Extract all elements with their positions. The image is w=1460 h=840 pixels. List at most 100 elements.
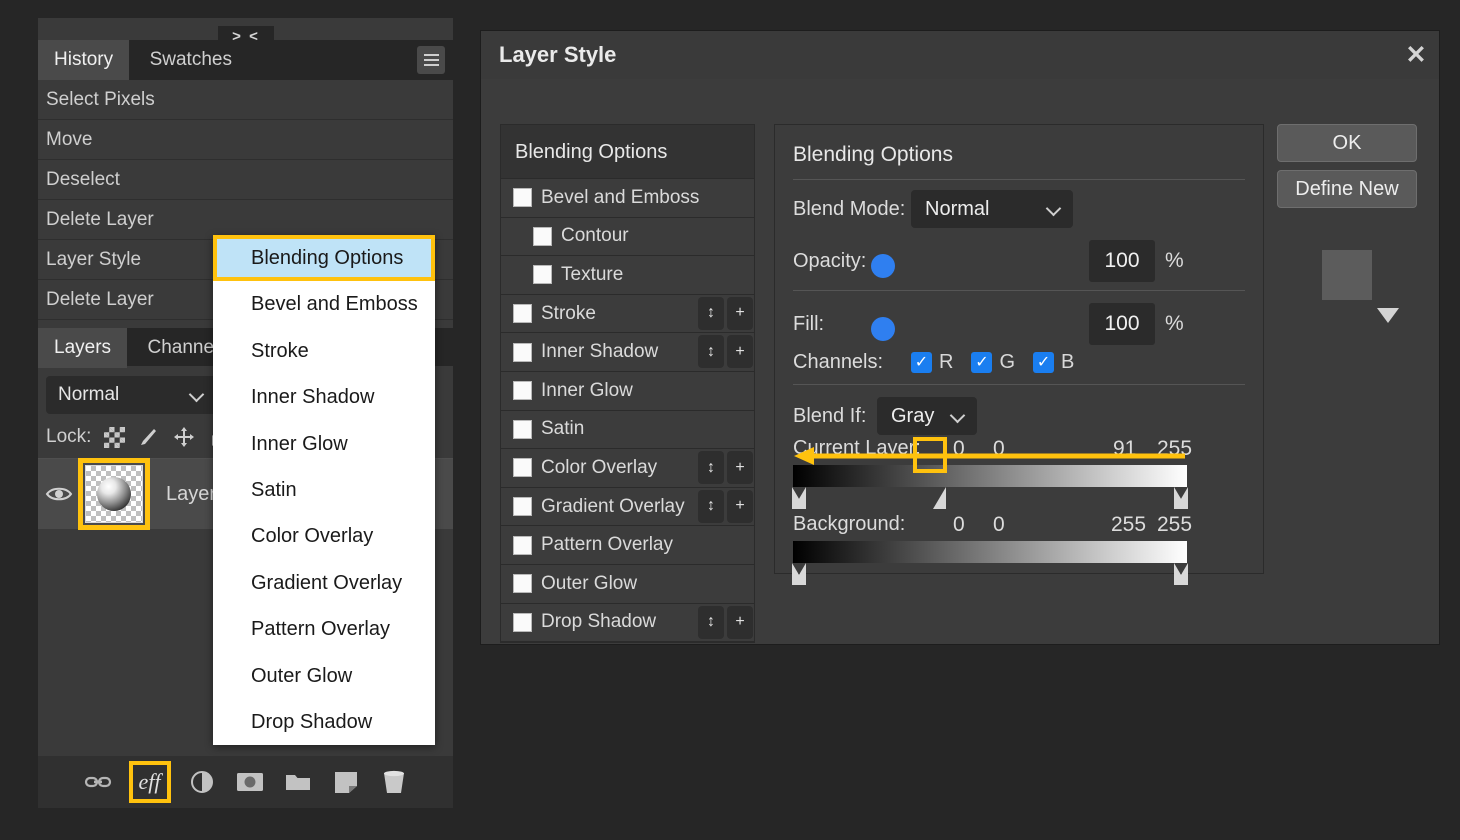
effect-checkbox[interactable] (513, 574, 532, 594)
plus-icon[interactable]: + (727, 605, 753, 639)
plus-icon[interactable]: + (727, 296, 753, 330)
history-item[interactable]: Move (38, 120, 453, 160)
plus-icon[interactable]: + (727, 335, 753, 369)
chevron-down-icon (1045, 200, 1062, 217)
background-white-slider-right[interactable] (1175, 563, 1188, 585)
effect-checkbox[interactable] (533, 226, 552, 246)
channel-checkbox-b[interactable]: ✓ (1033, 352, 1055, 373)
current-layer-white-slider-left[interactable] (933, 487, 946, 509)
new-layer-icon[interactable] (329, 765, 363, 799)
updown-arrows-icon[interactable]: ↕ (698, 489, 724, 523)
move-icon[interactable] (173, 426, 195, 448)
context-menu-item-outer-glow[interactable]: Outer Glow (213, 653, 435, 699)
background-black-slider-right[interactable] (793, 563, 806, 585)
dialog-titlebar: Layer Style ✕ (481, 31, 1439, 79)
blend-mode-value: Normal (925, 198, 990, 220)
history-panel-menu-icon[interactable] (417, 46, 445, 74)
context-menu-item-gradient-overlay[interactable]: Gradient Overlay (213, 560, 435, 606)
effect-row-buttons: ↕ + (698, 605, 753, 639)
effect-row-pattern-overlay[interactable]: Pattern Overlay (501, 526, 754, 565)
plus-icon[interactable]: + (727, 489, 753, 523)
effect-checkbox[interactable] (513, 497, 532, 517)
effect-row-buttons: ↕ + (698, 489, 753, 523)
context-menu-item-satin[interactable]: Satin (213, 467, 435, 513)
blend-mode-select[interactable]: Normal (911, 190, 1073, 228)
blend-mode-label: Blend Mode: (793, 197, 906, 220)
effect-checkbox[interactable] (513, 535, 532, 555)
updown-arrows-icon[interactable]: ↕ (698, 605, 724, 639)
fill-value-input[interactable]: 100 (1089, 303, 1155, 345)
blend-if-select[interactable]: Gray (877, 397, 977, 435)
fill-slider-knob[interactable] (871, 317, 895, 341)
effect-row-texture[interactable]: Texture (501, 256, 754, 295)
eye-visibility-icon[interactable] (44, 482, 74, 506)
effect-row-stroke[interactable]: Stroke ↕ + (501, 295, 754, 334)
layer-blend-mode-select[interactable]: Normal (46, 376, 216, 414)
effect-row-bevel-and-emboss[interactable]: Bevel and Emboss (501, 179, 754, 218)
new-group-icon[interactable] (281, 765, 315, 799)
tab-history[interactable]: History (38, 40, 130, 80)
context-menu-item-inner-shadow[interactable]: Inner Shadow (213, 374, 435, 420)
blend-if-value: Gray (891, 405, 935, 427)
delete-layer-icon[interactable] (377, 765, 411, 799)
effect-row-outer-glow[interactable]: Outer Glow (501, 565, 754, 604)
brush-icon[interactable] (138, 426, 160, 448)
checkerboard-icon[interactable] (104, 426, 126, 448)
effect-row-satin[interactable]: Satin (501, 411, 754, 450)
effect-checkbox[interactable] (513, 381, 532, 401)
current-layer-slider-track[interactable] (792, 487, 1188, 511)
effect-checkbox[interactable] (513, 188, 532, 208)
layer-mask-icon[interactable] (233, 765, 267, 799)
updown-arrows-icon[interactable]: ↕ (698, 451, 724, 485)
effects-list-header[interactable]: Blending Options (501, 125, 754, 179)
effects-list: Blending Options Bevel and Emboss Contou… (500, 124, 755, 644)
sphere-gradient-thumbnail (97, 477, 131, 511)
effect-checkbox[interactable] (513, 419, 532, 439)
define-new-button[interactable]: Define New (1277, 170, 1417, 208)
updown-arrows-icon[interactable]: ↕ (698, 296, 724, 330)
channel-checkbox-r[interactable]: ✓ (911, 352, 932, 373)
context-menu-item-blending-options[interactable]: Blending Options (213, 235, 435, 282)
effect-checkbox[interactable] (533, 265, 552, 285)
context-menu-item-pattern-overlay[interactable]: Pattern Overlay (213, 606, 435, 652)
adjustment-layer-icon[interactable] (185, 765, 219, 799)
close-icon[interactable]: ✕ (1393, 31, 1439, 79)
effect-row-color-overlay[interactable]: Color Overlay ↕ + (501, 449, 754, 488)
effect-row-inner-glow[interactable]: Inner Glow (501, 372, 754, 411)
context-menu-item-drop-shadow[interactable]: Drop Shadow (213, 699, 435, 745)
layer-thumbnail[interactable] (85, 465, 143, 523)
effect-checkbox[interactable] (513, 304, 532, 324)
tab-layers[interactable]: Layers (38, 328, 128, 368)
fx-icon[interactable]: eff (128, 761, 171, 803)
effect-label: Color Overlay (541, 456, 658, 478)
caret-down-icon[interactable] (1377, 308, 1399, 323)
preview-swatch[interactable] (1322, 250, 1372, 300)
effect-row-inner-shadow[interactable]: Inner Shadow ↕ + (501, 333, 754, 372)
current-layer-black-slider-right[interactable] (793, 487, 806, 509)
context-menu-item-stroke[interactable]: Stroke (213, 328, 435, 374)
effect-checkbox[interactable] (513, 342, 532, 362)
lock-label: Lock: (46, 426, 92, 447)
background-slider-track[interactable] (792, 563, 1188, 587)
link-icon[interactable] (81, 765, 115, 799)
history-item[interactable]: Deselect (38, 160, 453, 200)
context-menu-item-bevel-and-emboss[interactable]: Bevel and Emboss (213, 281, 435, 327)
background-value-2: 255 (1111, 513, 1147, 536)
effect-row-contour[interactable]: Contour (501, 218, 754, 257)
opacity-slider-knob[interactable] (871, 254, 895, 278)
effect-checkbox[interactable] (513, 612, 532, 632)
channel-checkbox-g[interactable]: ✓ (971, 352, 993, 373)
opacity-value-input[interactable]: 100 (1089, 240, 1155, 282)
ok-button[interactable]: OK (1277, 124, 1417, 162)
tab-swatches[interactable]: Swatches (134, 40, 248, 80)
history-item[interactable]: Delete Layer (38, 200, 453, 240)
updown-arrows-icon[interactable]: ↕ (698, 335, 724, 369)
effect-row-gradient-overlay[interactable]: Gradient Overlay ↕ + (501, 488, 754, 527)
history-item[interactable]: Select Pixels (38, 80, 453, 120)
current-layer-white-slider-right-b[interactable] (1175, 487, 1188, 509)
context-menu-item-color-overlay[interactable]: Color Overlay (213, 513, 435, 559)
plus-icon[interactable]: + (727, 451, 753, 485)
effect-row-drop-shadow[interactable]: Drop Shadow ↕ + (501, 604, 754, 643)
context-menu-item-inner-glow[interactable]: Inner Glow (213, 421, 435, 467)
effect-checkbox[interactable] (513, 458, 532, 478)
